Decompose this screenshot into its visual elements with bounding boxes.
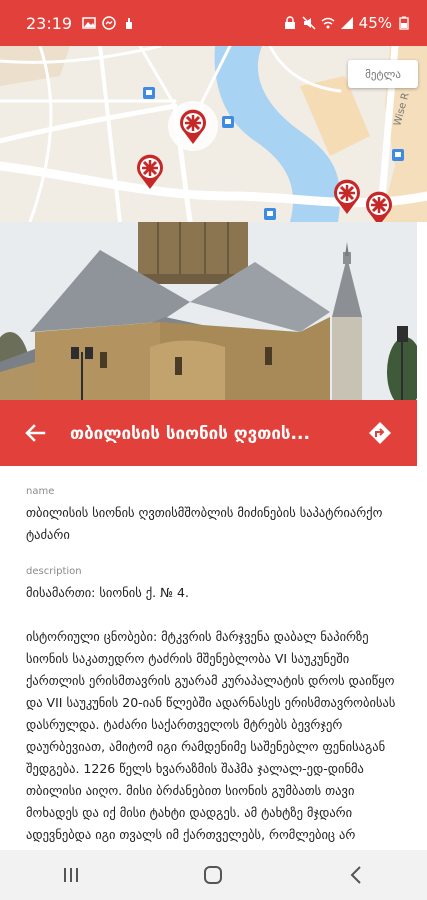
recents-icon — [64, 868, 79, 882]
battery-percent: 45% — [358, 14, 392, 32]
status-time: 23:19 — [26, 13, 73, 33]
name-label: name — [26, 486, 55, 497]
cathedral-photo — [0, 222, 417, 400]
status-bar: 23:19 45% — [0, 0, 427, 46]
recents-button[interactable] — [41, 850, 101, 900]
right-gutter — [417, 222, 427, 466]
directions-icon — [368, 422, 391, 444]
wifi-icon — [321, 17, 335, 29]
details-section: name თბილისის სიონის ღვთისმშობლის მიძინე… — [26, 486, 406, 868]
directions-button[interactable] — [342, 400, 417, 466]
name-field: name თბილისის სიონის ღვთისმშობლის მიძინე… — [26, 486, 406, 546]
nav-back-button[interactable] — [326, 850, 386, 900]
description-field: description მისამართი: სიონის ქ. № 4. ის… — [26, 566, 406, 868]
description-address: მისამართი: სიონის ქ. № 4. — [26, 585, 189, 600]
page-title: თბილისის სიონის ღვთის... — [70, 424, 310, 444]
lock-icon — [284, 16, 295, 29]
map-view[interactable]: მეტლა Wise R — [0, 46, 427, 222]
chevron-left-icon — [350, 866, 361, 884]
image-icon — [82, 17, 96, 29]
home-button[interactable] — [183, 850, 243, 900]
system-nav-bar — [0, 850, 427, 900]
arrow-left-icon — [25, 424, 46, 442]
back-button[interactable] — [0, 400, 70, 466]
bus-stop-icon — [222, 116, 234, 128]
signal-icon — [340, 17, 353, 29]
detail-header: თბილისის სიონის ღვთის... — [0, 400, 417, 466]
messenger-icon — [102, 16, 116, 30]
map-button[interactable]: მეტლა — [348, 60, 418, 88]
description-history: ისტორიული ცნობები: მტკვრის მარჯვენა დაბა… — [26, 629, 396, 864]
name-value: თბილისის სიონის ღვთისმშობლის მიძინების ს… — [26, 505, 383, 542]
home-icon — [204, 866, 223, 884]
cathedral-image — [0, 222, 417, 400]
bus-stop-icon — [264, 208, 276, 220]
hand-icon — [126, 18, 133, 29]
bus-stop-icon — [143, 87, 155, 99]
battery-icon — [399, 16, 409, 30]
description-label: description — [26, 566, 82, 577]
bus-stop-icon — [392, 149, 404, 161]
mute-icon — [302, 16, 316, 30]
